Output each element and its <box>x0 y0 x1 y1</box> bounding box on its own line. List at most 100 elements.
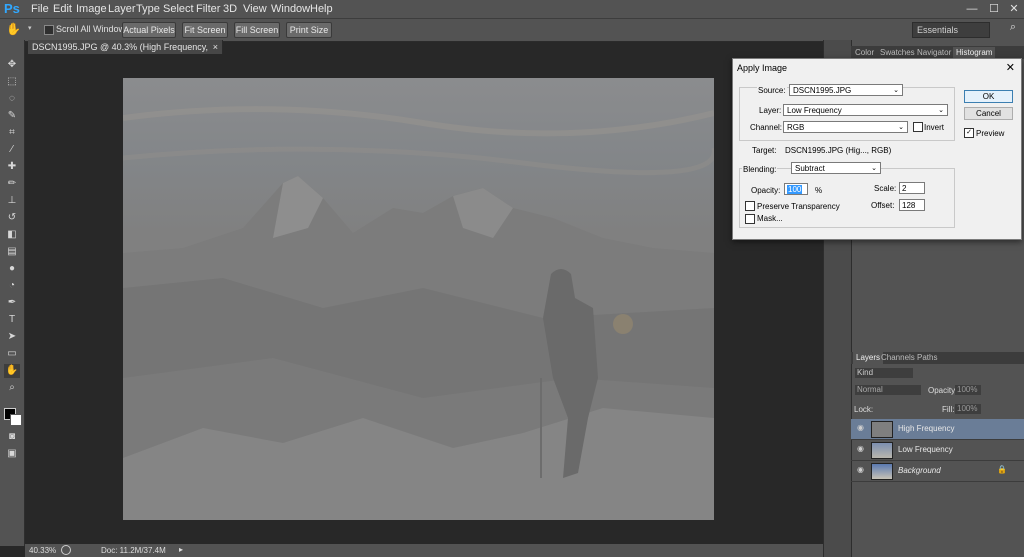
share-icon[interactable] <box>61 545 71 555</box>
cancel-button[interactable]: Cancel <box>964 107 1013 120</box>
tool-preset-dropdown-icon[interactable]: ▾ <box>28 24 32 32</box>
ok-button[interactable]: OK <box>964 90 1013 103</box>
quick-select-tool-icon[interactable]: ✎ <box>4 109 20 123</box>
menu-3d[interactable]: 3D <box>223 3 237 15</box>
status-menu-arrow-icon[interactable]: ▸ <box>179 545 183 554</box>
channel-value: RGB <box>787 123 805 132</box>
dialog-close-icon[interactable]: ✕ <box>1006 61 1015 74</box>
workspace-switcher[interactable]: Essentials <box>912 22 990 38</box>
preview-checkbox[interactable]: ✓ <box>964 128 974 138</box>
print-size-button[interactable]: Print Size <box>286 22 332 38</box>
high-frequency-photo <box>123 106 714 520</box>
invert-label: Invert <box>924 123 945 132</box>
zoom-tool-icon[interactable]: ⌕ <box>4 381 20 395</box>
menu-type[interactable]: Type <box>136 3 160 15</box>
search-icon[interactable]: ⌕ <box>1010 21 1016 34</box>
tab-channels[interactable]: Channels <box>881 352 915 364</box>
opacity-field[interactable]: 100% <box>955 385 981 395</box>
preview-label: Preview <box>976 129 1005 138</box>
channel-select[interactable]: RGB ⌄ <box>783 121 908 133</box>
dodge-tool-icon[interactable]: ◔ <box>4 279 20 293</box>
blending-value: Subtract <box>795 164 825 173</box>
type-tool-icon[interactable]: T <box>4 313 20 327</box>
close-icon[interactable]: ✕ <box>1004 0 1024 18</box>
scale-label: Scale: <box>874 184 897 193</box>
opacity-value: 100 <box>787 185 803 194</box>
rectangle-tool-icon[interactable]: ▭ <box>4 347 20 361</box>
history-brush-tool-icon[interactable]: ↺ <box>4 211 20 225</box>
mask-checkbox[interactable] <box>745 214 755 224</box>
layer-thumbnail <box>871 421 893 438</box>
visibility-eye-icon[interactable]: ◉ <box>857 445 865 453</box>
pen-tool-icon[interactable]: ✒ <box>4 296 20 310</box>
tab-paths[interactable]: Paths <box>917 352 937 364</box>
screen-mode-icon[interactable]: ▣ <box>4 447 20 461</box>
blur-tool-icon[interactable]: ● <box>4 262 20 276</box>
chevron-down-icon: ⌄ <box>898 124 904 131</box>
blend-mode-select[interactable]: Normal <box>855 385 921 395</box>
layer-row[interactable]: ◉ Background 🔒 <box>851 461 1024 482</box>
fill-field[interactable]: 100% <box>955 404 981 414</box>
offset-field[interactable]: 128 <box>899 199 925 211</box>
layer-name: High Frequency <box>898 424 955 433</box>
options-bar: ✋ ▾ Scroll All Windows Actual Pixels Fit… <box>0 18 1024 42</box>
mask-label: Mask... <box>757 214 783 223</box>
eyedropper-tool-icon[interactable]: ⁄ <box>4 143 20 157</box>
layer-row[interactable]: ◉ Low Frequency <box>851 440 1024 461</box>
apply-image-dialog: Apply Image ✕ Source: DSCN1995.JPG ⌄ Laye… <box>732 58 1022 240</box>
visibility-eye-icon[interactable]: ◉ <box>857 424 865 432</box>
blending-select[interactable]: Subtract ⌄ <box>791 162 881 174</box>
document-canvas-image[interactable] <box>123 78 714 520</box>
minimize-icon[interactable]: — <box>962 0 982 18</box>
source-select[interactable]: DSCN1995.JPG ⌄ <box>789 84 903 96</box>
close-tab-icon[interactable]: × <box>213 40 218 54</box>
menu-window[interactable]: Window <box>271 3 310 15</box>
preserve-transparency-checkbox[interactable] <box>745 201 755 211</box>
menu-layer[interactable]: Layer <box>108 3 136 15</box>
layer-name: Background <box>898 466 941 475</box>
menu-image[interactable]: Image <box>76 3 107 15</box>
quick-mask-icon[interactable]: ◙ <box>4 430 20 444</box>
blending-label: Blending: <box>742 165 778 174</box>
target-label: Target: <box>752 146 777 155</box>
opacity-field[interactable]: 100 <box>784 183 808 195</box>
healing-brush-tool-icon[interactable]: ✚ <box>4 160 20 174</box>
opacity-label: Opacity: <box>751 186 781 195</box>
fit-screen-button[interactable]: Fit Screen <box>182 22 228 38</box>
invert-checkbox[interactable] <box>913 122 923 132</box>
layer-select[interactable]: Low Frequency ⌄ <box>783 104 948 116</box>
tab-layers[interactable]: Layers <box>853 352 884 364</box>
scale-field[interactable]: 2 <box>899 182 925 194</box>
marquee-tool-icon[interactable]: ⬚ <box>4 75 20 89</box>
actual-pixels-button[interactable]: Actual Pixels <box>122 22 176 38</box>
fill-label: Fill: <box>942 405 955 414</box>
clone-stamp-tool-icon[interactable]: ⊥ <box>4 194 20 208</box>
scroll-all-checkbox[interactable] <box>44 25 54 35</box>
menu-edit[interactable]: Edit <box>53 3 72 15</box>
menu-file[interactable]: File <box>31 3 49 15</box>
move-tool-icon[interactable]: ✥ <box>4 58 20 72</box>
menu-help[interactable]: Help <box>310 3 333 15</box>
visibility-eye-icon[interactable]: ◉ <box>857 466 865 474</box>
background-color-swatch[interactable] <box>10 414 22 426</box>
layer-filter-kind[interactable]: Kind <box>855 368 913 378</box>
hand-tool-icon[interactable]: ✋ <box>6 22 21 36</box>
path-selection-tool-icon[interactable]: ➤ <box>4 330 20 344</box>
document-tab[interactable]: DSCN1995.JPG @ 40.3% (High Frequency, RG… <box>28 40 223 66</box>
crop-tool-icon[interactable]: ⌗ <box>4 126 20 140</box>
menu-filter[interactable]: Filter <box>196 3 220 15</box>
hand-tool-icon[interactable]: ✋ <box>4 364 20 378</box>
tools-panel: ✥ ⬚ ◌ ✎ ⌗ ⁄ ✚ ✏ ⊥ ↺ ◧ ▤ ● ◔ ✒ T ➤ ▭ ✋ ⌕ … <box>0 40 25 546</box>
zoom-level[interactable]: 40.33% <box>29 546 56 555</box>
menu-view[interactable]: View <box>243 3 267 15</box>
lasso-tool-icon[interactable]: ◌ <box>4 92 20 106</box>
layer-row[interactable]: ◉ High Frequency <box>851 419 1024 440</box>
maximize-icon[interactable]: ☐ <box>984 0 1004 18</box>
eraser-tool-icon[interactable]: ◧ <box>4 228 20 242</box>
fill-screen-button[interactable]: Fill Screen <box>234 22 280 38</box>
layers-panel-tabs: Layers Channels Paths <box>851 352 1024 364</box>
menu-select[interactable]: Select <box>163 3 194 15</box>
gradient-tool-icon[interactable]: ▤ <box>4 245 20 259</box>
source-label: Source: <box>757 86 787 95</box>
brush-tool-icon[interactable]: ✏ <box>4 177 20 191</box>
